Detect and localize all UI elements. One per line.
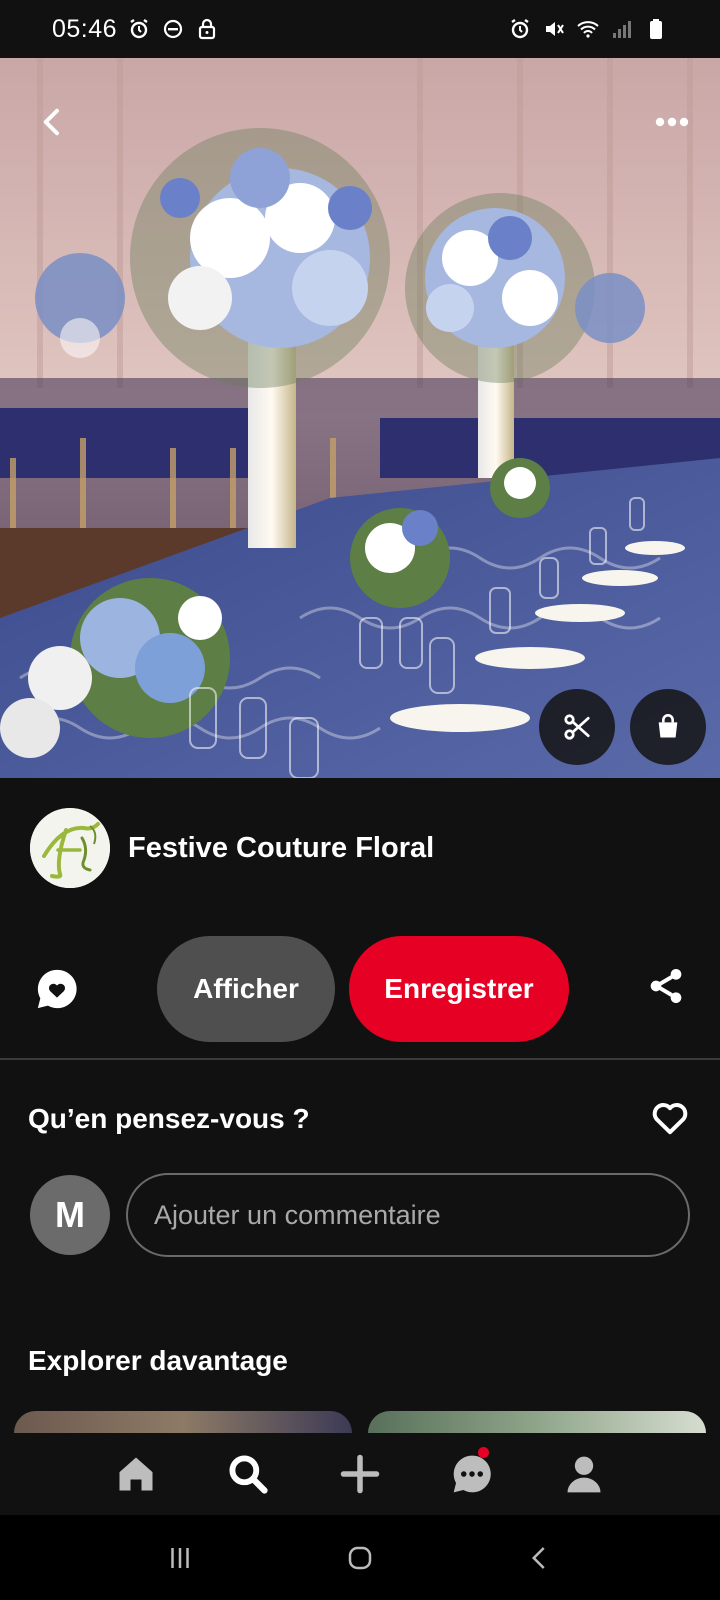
feedback-row: Qu’en pensez-vous ? — [28, 1098, 692, 1140]
lens-search-button[interactable] — [539, 689, 615, 765]
alarm-icon — [127, 17, 151, 41]
search-icon — [229, 1455, 268, 1494]
shopping-bag-icon — [658, 714, 678, 738]
explore-pin-thumbnail[interactable] — [14, 1411, 352, 1433]
save-button[interactable]: Enregistrer — [349, 936, 569, 1042]
more-options-button[interactable] — [648, 98, 696, 146]
nav-home[interactable] — [80, 1433, 192, 1515]
status-right — [508, 17, 668, 41]
status-bar: 05:46 — [0, 0, 720, 58]
status-left: 05:46 — [52, 15, 219, 44]
notification-dot — [478, 1447, 489, 1458]
mute-icon — [542, 17, 566, 41]
home-circle-icon — [348, 1546, 372, 1569]
chevron-left-icon — [531, 1546, 545, 1569]
pin-image[interactable] — [0, 58, 720, 778]
nav-create[interactable] — [304, 1433, 416, 1515]
feedback-title: Qu’en pensez-vous ? — [28, 1103, 310, 1134]
like-button[interactable] — [650, 1098, 692, 1140]
status-time: 05:46 — [52, 14, 118, 43]
creator-logo-icon — [30, 808, 110, 888]
home-icon — [119, 1457, 153, 1491]
share-button[interactable] — [646, 966, 690, 1010]
creator-row[interactable]: Festive Couture Floral — [30, 808, 434, 888]
messages-icon — [453, 1455, 491, 1493]
nav-profile[interactable] — [528, 1433, 640, 1515]
recent-apps-icon — [171, 1547, 189, 1568]
recent-apps-button[interactable] — [160, 1538, 200, 1578]
user-avatar[interactable]: M — [30, 1175, 110, 1255]
creator-avatar[interactable] — [30, 808, 110, 888]
view-button[interactable]: Afficher — [157, 936, 335, 1042]
shop-button[interactable] — [630, 689, 706, 765]
explore-title: Explorer davantage — [28, 1345, 288, 1376]
comment-input[interactable] — [126, 1173, 690, 1257]
bottom-nav — [0, 1433, 720, 1515]
more-dots-icon — [655, 117, 689, 127]
creator-name[interactable]: Festive Couture Floral — [128, 832, 434, 865]
battery-icon — [644, 17, 668, 41]
back-button[interactable] — [28, 98, 76, 146]
do-not-disturb-icon — [161, 17, 185, 41]
back-arrow-icon — [43, 108, 59, 136]
system-navigation-bar — [0, 1515, 720, 1600]
comments-button[interactable] — [34, 966, 80, 1012]
explore-pin-thumbnail[interactable] — [368, 1411, 706, 1433]
signal-icon — [610, 17, 634, 41]
pin-photo — [0, 58, 720, 778]
section-divider — [0, 1058, 720, 1060]
add-icon — [340, 1454, 380, 1494]
alarm-icon — [508, 17, 532, 41]
pin-actions: Afficher Enregistrer — [0, 936, 720, 1042]
system-back-button[interactable] — [520, 1538, 560, 1578]
share-icon — [650, 969, 682, 1003]
scissors-icon — [564, 714, 590, 740]
heart-icon — [652, 1103, 688, 1135]
lock-icon — [195, 17, 219, 41]
comment-row: M — [30, 1173, 692, 1259]
nav-search[interactable] — [192, 1433, 304, 1515]
home-button[interactable] — [340, 1538, 380, 1578]
wifi-icon — [576, 17, 600, 41]
profile-icon — [567, 1456, 601, 1493]
nav-messages[interactable] — [416, 1433, 528, 1515]
comment-heart-icon — [37, 969, 77, 1009]
